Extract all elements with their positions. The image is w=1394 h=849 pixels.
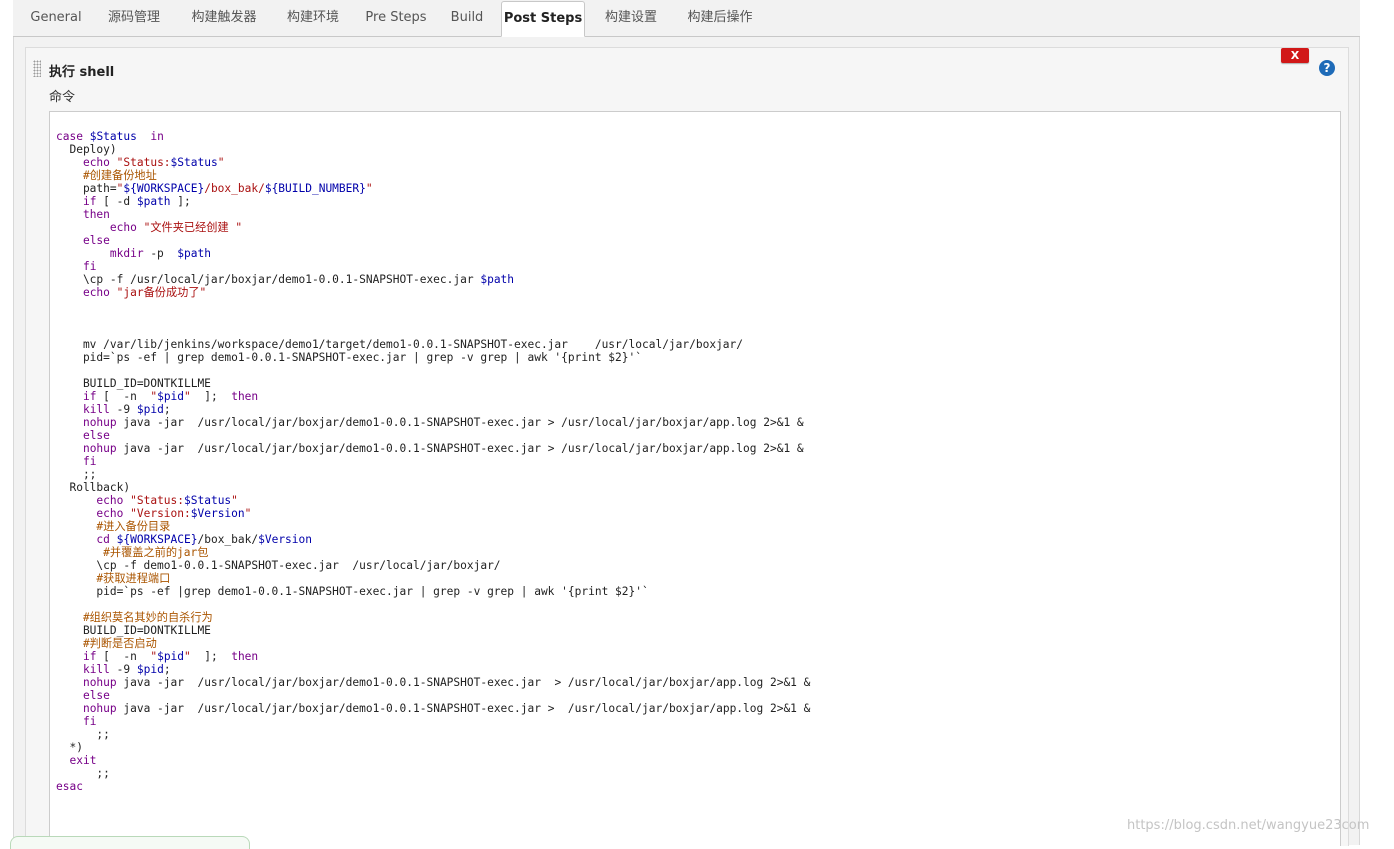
code-line: #判断是否启动 <box>56 637 157 650</box>
code-line: nohup java -jar /usr/local/jar/boxjar/de… <box>82 442 804 455</box>
watermark: https://blog.csdn.net/wangyue23com <box>1127 818 1370 833</box>
code-line: mv /var/lib/jenkins/workspace/demo1/targ… <box>56 338 744 351</box>
help-icon[interactable]: ? <box>1319 60 1335 76</box>
code-line: Rollback) <box>56 481 131 494</box>
tab-build-environment[interactable]: 构建环境 <box>277 0 349 36</box>
code-line: fi <box>82 715 97 728</box>
delete-step-button[interactable]: X <box>1281 48 1309 63</box>
code-line: \cp -f /usr/local/jar/boxjar/demo1-0.0.1… <box>56 273 515 286</box>
code-line: ;; <box>56 468 97 481</box>
config-tab-bar: General 源码管理 构建触发器 构建环境 Pre Steps Build … <box>13 0 1360 37</box>
code-line: path="${WORKSPACE}/box_bak/${BUILD_NUMBE… <box>56 182 373 195</box>
code-line: then <box>82 208 110 221</box>
code-line: kill -9 $pid; <box>82 403 171 416</box>
code-line: pid=`ps -ef | grep demo1-0.0.1-SNAPSHOT-… <box>56 351 642 364</box>
code-line: if [ -n "$pid" ]; then <box>82 650 259 663</box>
code-line: echo "jar备份成功了" <box>82 286 207 299</box>
code-line: if [ -d $path ]; <box>82 195 191 208</box>
code-line: else <box>82 429 110 442</box>
code-line: pid=`ps -ef |grep demo1-0.0.1-SNAPSHOT-e… <box>56 585 649 598</box>
tab-post-steps[interactable]: Post Steps <box>501 1 585 37</box>
code-line: ;; <box>56 767 110 780</box>
code-line: if [ -n "$pid" ]; then <box>82 390 259 403</box>
shell-script-code[interactable]: case $Status in Deploy) echo "Status:$St… <box>56 130 810 793</box>
tab-source-code[interactable]: 源码管理 <box>98 0 170 36</box>
command-label: 命令 <box>49 90 76 105</box>
code-line: #创建备份地址 <box>56 169 157 182</box>
code-line: nohup java -jar /usr/local/jar/boxjar/de… <box>82 416 804 429</box>
code-line: echo "Status:$Status" <box>82 156 225 169</box>
code-line: else <box>82 689 110 702</box>
code-line: exit <box>69 754 97 767</box>
tab-pre-steps[interactable]: Pre Steps <box>358 0 434 36</box>
code-line: mkdir -p $path <box>109 247 211 260</box>
code-line: #并覆盖之前的jar包 <box>56 546 209 559</box>
code-line: #组织莫名其妙的自杀行为 <box>56 611 213 624</box>
code-line: ;; <box>56 728 110 741</box>
code-line: #获取进程端口 <box>56 572 171 585</box>
code-line: fi <box>82 455 97 468</box>
bottom-panel-tab <box>10 836 250 849</box>
code-line: Deploy) <box>56 143 117 156</box>
code-line: case $Status in <box>56 130 164 143</box>
tab-build-settings[interactable]: 构建设置 <box>595 0 667 36</box>
drag-handle-icon[interactable] <box>33 60 41 77</box>
code-line: nohup java -jar /usr/local/jar/boxjar/de… <box>82 676 811 689</box>
code-line: cd ${WORKSPACE}/box_bak/$Version <box>96 533 312 546</box>
section-title: 执行 shell <box>49 65 115 80</box>
tab-post-build-actions[interactable]: 构建后操作 <box>677 0 763 36</box>
code-line: echo "Status:$Status" <box>96 494 238 507</box>
command-editor[interactable]: case $Status in Deploy) echo "Status:$St… <box>49 111 1341 846</box>
code-line: fi <box>82 260 97 273</box>
code-line: BUILD_ID=DONTKILLME <box>56 624 211 637</box>
code-line: echo "文件夹已经创建 " <box>109 221 243 234</box>
code-line: else <box>82 234 110 247</box>
code-line: esac <box>56 780 83 793</box>
code-line: \cp -f demo1-0.0.1-SNAPSHOT-exec.jar /us… <box>56 559 501 572</box>
tab-general[interactable]: General <box>21 0 91 36</box>
code-line: BUILD_ID=DONTKILLME <box>56 377 211 390</box>
code-line: kill -9 $pid; <box>82 663 171 676</box>
code-line: #进入备份目录 <box>56 520 171 533</box>
tab-build[interactable]: Build <box>443 0 491 36</box>
code-line: echo "Version:$Version" <box>96 507 252 520</box>
code-line: nohup java -jar /usr/local/jar/boxjar/de… <box>82 702 811 715</box>
code-line: *) <box>56 741 83 754</box>
tab-build-triggers[interactable]: 构建触发器 <box>181 0 267 36</box>
